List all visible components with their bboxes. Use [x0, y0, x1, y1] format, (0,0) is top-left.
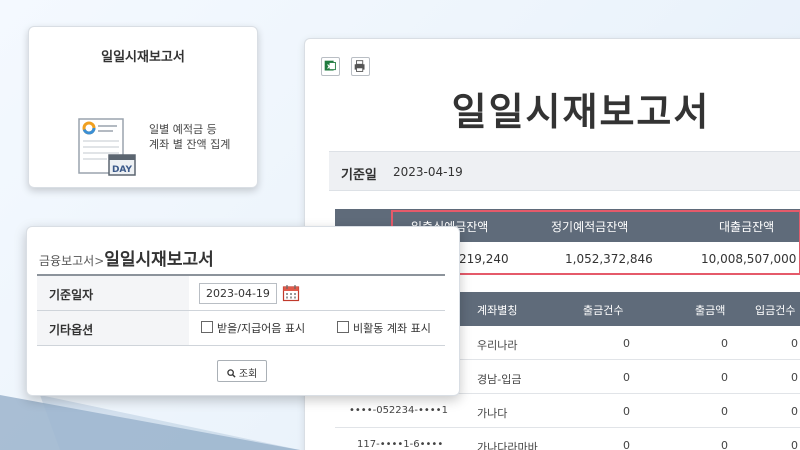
inactive-account-checkbox-label[interactable]: 비활동 계좌 표시: [353, 320, 431, 336]
detail-header: 출금액: [695, 304, 726, 317]
report-date-bar: 기준일 2023-04-19: [329, 151, 800, 191]
in-count: 0: [791, 337, 798, 350]
account-alias: 경남-입금: [477, 373, 522, 386]
bills-checkbox[interactable]: [201, 321, 213, 333]
report-date-value: 2023-04-19: [393, 165, 463, 179]
breadcrumb-separator: >: [94, 254, 105, 268]
account-alias: 가나다라마바: [477, 441, 538, 450]
out-amount: 0: [721, 439, 728, 450]
in-count: 0: [791, 439, 798, 450]
detail-header: 입금건수: [755, 304, 796, 317]
excel-export-button[interactable]: x: [321, 57, 340, 76]
excel-icon: x: [324, 60, 336, 71]
out-count: 0: [623, 405, 630, 418]
out-amount: 0: [721, 337, 728, 350]
detail-header: 계좌별칭: [477, 304, 518, 317]
card-description: 일별 예적금 등 계좌 별 잔액 집계: [149, 123, 231, 151]
detail-header: 출금건수: [583, 304, 624, 317]
table-row[interactable]: ••••-052234-••••1 가나다 0 0 0: [335, 394, 800, 428]
breadcrumb: 금융보고서>일일시재보고서: [39, 245, 214, 270]
out-amount: 0: [721, 405, 728, 418]
calendar-icon[interactable]: [282, 284, 300, 302]
printer-icon: [354, 60, 365, 72]
inactive-account-checkbox[interactable]: [337, 321, 349, 333]
account-alias: 우리나라: [477, 339, 518, 352]
breadcrumb-parent[interactable]: 금융보고서: [39, 254, 94, 268]
search-button[interactable]: 조회: [217, 360, 267, 382]
options-row: 기타옵션 받을/지급어음 표시 비활동 계좌 표시: [37, 310, 445, 346]
page-title: 일일시재보고서: [104, 250, 214, 270]
in-count: 0: [791, 371, 798, 384]
daily-report-icon: DAY: [78, 118, 136, 176]
print-button[interactable]: [351, 57, 370, 76]
report-title: 일일시재보고서: [451, 90, 711, 134]
options-field-label: 기타옵션: [37, 311, 189, 345]
out-amount: 0: [721, 371, 728, 384]
out-count: 0: [623, 371, 630, 384]
report-card[interactable]: 일일시재보고서 DAY 일별 예적금 등 계좌 별 잔액 집계: [28, 26, 258, 188]
search-button-label: 조회: [238, 369, 258, 380]
account-number: 117-••••1-6••••: [357, 439, 444, 450]
card-title: 일일시재보고서: [101, 50, 185, 65]
magnifier-icon: [226, 369, 236, 378]
table-row[interactable]: 117-••••1-6•••• 가나다라마바 0 0 0: [335, 428, 800, 450]
date-input[interactable]: 2023-04-19: [199, 283, 277, 304]
account-alias: 가나다: [477, 407, 508, 420]
date-field-label: 기준일자: [37, 276, 189, 310]
out-count: 0: [623, 337, 630, 350]
bills-checkbox-label[interactable]: 받을/지급어음 표시: [217, 320, 305, 336]
in-count: 0: [791, 405, 798, 418]
out-count: 0: [623, 439, 630, 450]
date-row: 기준일자 2023-04-19: [37, 274, 445, 310]
report-date-label: 기준일: [341, 168, 377, 183]
svg-text:x: x: [327, 62, 332, 71]
search-panel: 금융보고서>일일시재보고서 기준일자 2023-04-19 기타옵션 받을/지급…: [26, 226, 460, 396]
account-number: ••••-052234-••••1: [349, 405, 448, 416]
day-label: DAY: [112, 165, 133, 175]
